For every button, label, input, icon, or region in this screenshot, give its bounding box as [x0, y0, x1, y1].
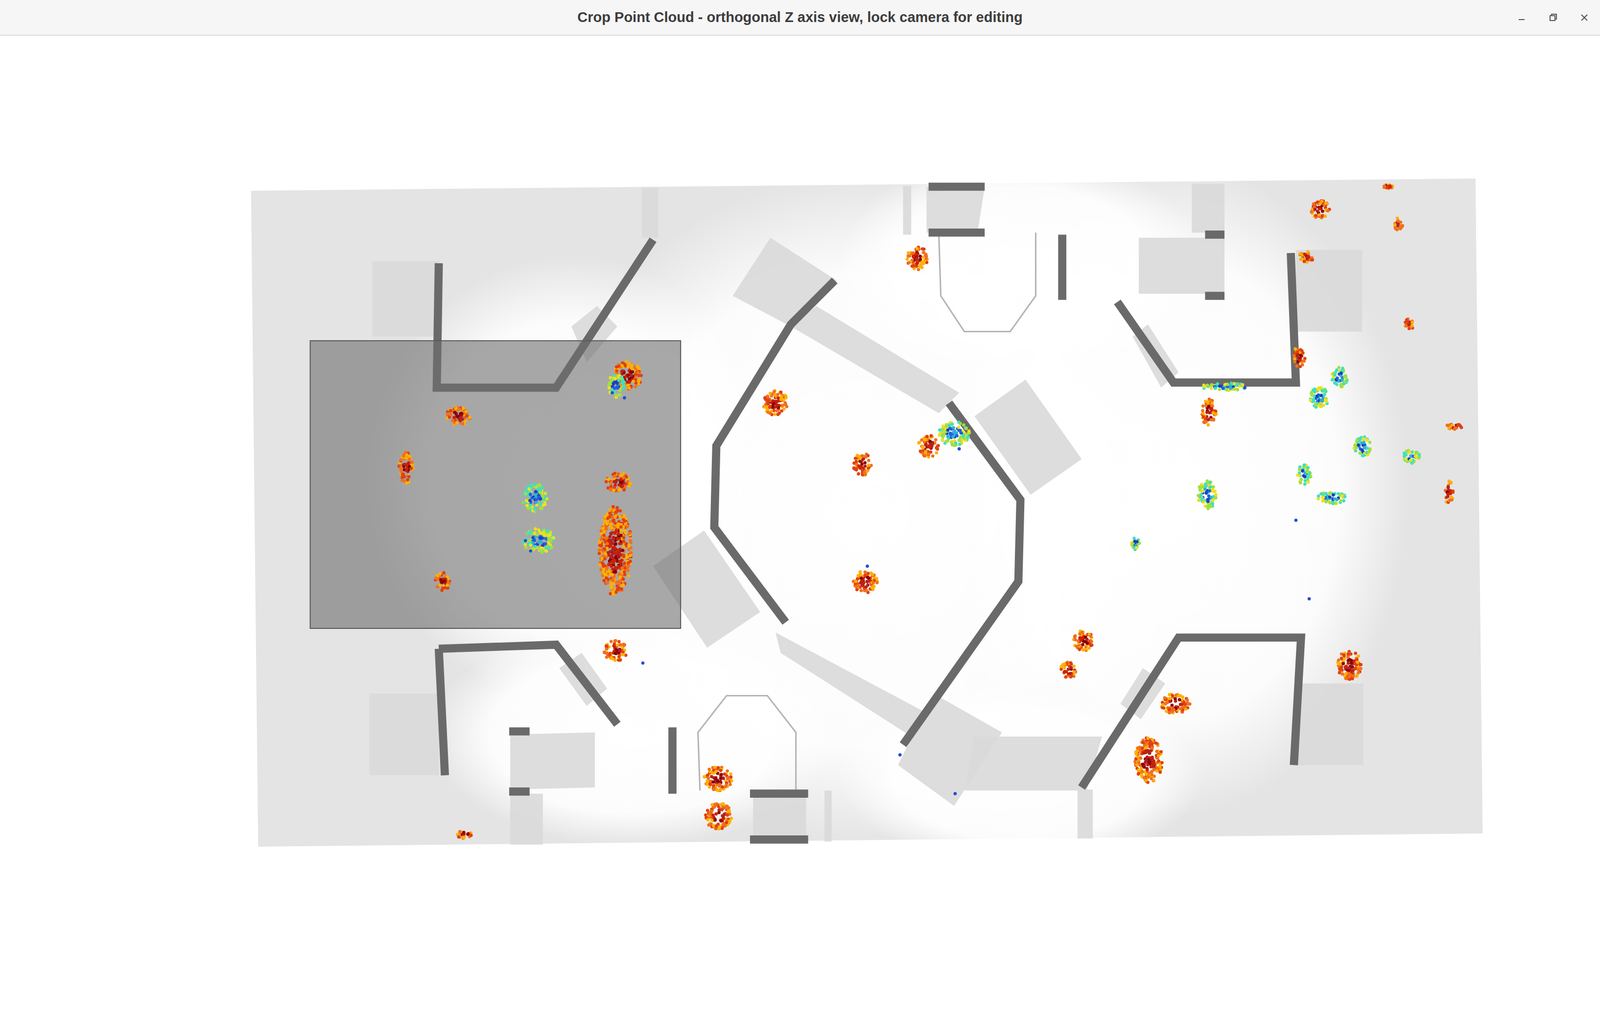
point-cloud-canvas[interactable]: [0, 35, 1600, 1016]
point-clusters: [397, 183, 1464, 841]
scene[interactable]: [0, 35, 1600, 1016]
app-window: Crop Point Cloud - orthogonal Z axis vie…: [0, 0, 1600, 1016]
minimize-icon[interactable]: [1515, 11, 1528, 24]
restore-icon[interactable]: [1547, 11, 1559, 24]
title-bar[interactable]: Crop Point Cloud - orthogonal Z axis vie…: [0, 0, 1600, 36]
close-icon[interactable]: [1578, 11, 1591, 24]
crop-box[interactable]: [310, 340, 682, 629]
window-controls: [1515, 0, 1591, 35]
window-title: Crop Point Cloud - orthogonal Z axis vie…: [577, 6, 1023, 29]
